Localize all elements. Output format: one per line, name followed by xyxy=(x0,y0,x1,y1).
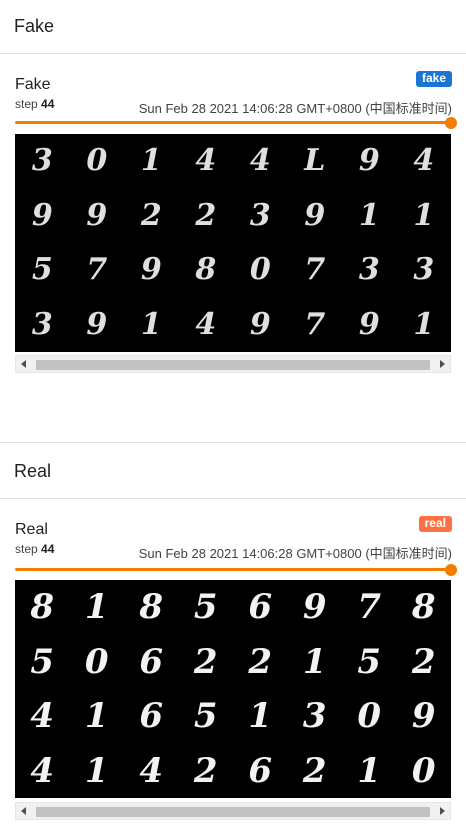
real-section: Real xyxy=(0,445,466,499)
digit-cell: 7 xyxy=(304,306,326,342)
digit-cell: 5 xyxy=(30,641,55,682)
digit-cell: 1 xyxy=(84,750,109,791)
real-image-card: Real real step 44 Sun Feb 28 2021 14:06:… xyxy=(0,500,466,824)
digit-cell: 1 xyxy=(413,306,435,342)
digit-cell: 6 xyxy=(139,641,164,682)
digit-cell: 0 xyxy=(411,750,436,791)
fake-section-header[interactable]: Fake xyxy=(0,0,466,54)
scroll-left-icon[interactable] xyxy=(21,807,26,815)
digit-cell: 9 xyxy=(302,587,327,628)
digit-cell: 1 xyxy=(358,197,380,233)
digit-cell: 1 xyxy=(248,696,273,737)
step-slider-thumb[interactable] xyxy=(445,117,457,129)
digit-cell: 0 xyxy=(84,641,109,682)
digit-cell: 3 xyxy=(31,143,53,179)
digit-cell: 2 xyxy=(302,750,327,791)
step-value: 44 xyxy=(41,542,55,556)
digit-cell: 5 xyxy=(193,696,218,737)
digit-cell: 3 xyxy=(413,252,435,288)
digit-cell: 4 xyxy=(195,306,217,342)
card-title: Fake xyxy=(15,76,51,93)
digit-cell: 1 xyxy=(302,641,327,682)
scroll-right-icon[interactable] xyxy=(440,360,445,368)
step-value: 44 xyxy=(41,97,55,111)
digit-cell: 7 xyxy=(304,252,326,288)
digit-cell: 1 xyxy=(413,197,435,233)
scroll-thumb[interactable] xyxy=(36,360,430,370)
digit-cell: 0 xyxy=(357,696,382,737)
fake-image-grid: 30144L94992239115798073339149791 xyxy=(15,134,451,352)
wall-time: Sun Feb 28 2021 14:06:28 GMT+0800 (中国标准时… xyxy=(138,101,452,116)
step-label: step xyxy=(15,542,38,556)
digit-grid: 30144L94992239115798073339149791 xyxy=(15,134,451,352)
digit-cell: 9 xyxy=(31,197,53,233)
scroll-right-icon[interactable] xyxy=(440,807,445,815)
digit-cell: 3 xyxy=(358,252,380,288)
digit-cell: 2 xyxy=(195,197,217,233)
digit-cell: 5 xyxy=(357,641,382,682)
digit-cell: 9 xyxy=(411,696,436,737)
run-tag-badge: fake xyxy=(415,71,452,87)
step-label: step xyxy=(15,97,38,111)
digit-cell: 4 xyxy=(30,750,55,791)
digit-cell: 9 xyxy=(358,306,380,342)
digit-cell: 2 xyxy=(193,750,218,791)
step-slider[interactable] xyxy=(15,568,451,571)
digit-cell: 4 xyxy=(30,696,55,737)
digit-cell: 9 xyxy=(358,143,380,179)
digit-cell: 4 xyxy=(413,143,435,179)
digit-cell: 9 xyxy=(86,306,108,342)
horizontal-scrollbar[interactable] xyxy=(15,355,451,373)
digit-cell: 9 xyxy=(86,197,108,233)
digit-grid: 81856978506221524165130941426210 xyxy=(15,580,451,798)
horizontal-scrollbar[interactable] xyxy=(15,802,451,820)
step-indicator: step 44 xyxy=(15,542,54,556)
step-slider[interactable] xyxy=(15,121,451,124)
digit-cell: 6 xyxy=(248,750,273,791)
digit-cell: 7 xyxy=(86,252,108,288)
digit-cell: 0 xyxy=(86,143,108,179)
digit-cell: 2 xyxy=(140,197,162,233)
digit-cell: 5 xyxy=(31,252,53,288)
digit-cell: L xyxy=(304,143,326,179)
fake-image-card: Fake fake step 44 Sun Feb 28 2021 14:06:… xyxy=(0,55,466,385)
fake-section: Fake xyxy=(0,0,466,54)
digit-cell: 2 xyxy=(193,641,218,682)
run-tag-badge: real xyxy=(418,516,452,532)
wall-time: Sun Feb 28 2021 14:06:28 GMT+0800 (中国标准时… xyxy=(138,546,452,561)
digit-cell: 3 xyxy=(31,306,53,342)
digit-cell: 8 xyxy=(411,587,436,628)
digit-cell: 9 xyxy=(304,197,326,233)
digit-cell: 4 xyxy=(249,143,271,179)
digit-cell: 3 xyxy=(302,696,327,737)
section-divider xyxy=(0,442,466,443)
scroll-left-icon[interactable] xyxy=(21,360,26,368)
digit-cell: 8 xyxy=(195,252,217,288)
digit-cell: 8 xyxy=(30,587,55,628)
step-indicator: step 44 xyxy=(15,97,54,111)
digit-cell: 1 xyxy=(140,306,162,342)
scroll-thumb[interactable] xyxy=(36,807,430,817)
real-section-header[interactable]: Real xyxy=(0,445,466,499)
digit-cell: 1 xyxy=(84,696,109,737)
real-image-grid: 81856978506221524165130941426210 xyxy=(15,580,451,798)
digit-cell: 1 xyxy=(357,750,382,791)
digit-cell: 6 xyxy=(139,696,164,737)
step-slider-thumb[interactable] xyxy=(445,564,457,576)
digit-cell: 1 xyxy=(84,587,109,628)
digit-cell: 9 xyxy=(140,252,162,288)
digit-cell: 6 xyxy=(248,587,273,628)
digit-cell: 4 xyxy=(139,750,164,791)
card-title: Real xyxy=(15,521,48,538)
digit-cell: 5 xyxy=(193,587,218,628)
digit-cell: 0 xyxy=(249,252,271,288)
digit-cell: 8 xyxy=(139,587,164,628)
digit-cell: 1 xyxy=(140,143,162,179)
digit-cell: 7 xyxy=(357,587,382,628)
digit-cell: 3 xyxy=(249,197,271,233)
digit-cell: 4 xyxy=(195,143,217,179)
digit-cell: 9 xyxy=(249,306,271,342)
digit-cell: 2 xyxy=(248,641,273,682)
digit-cell: 2 xyxy=(411,641,436,682)
